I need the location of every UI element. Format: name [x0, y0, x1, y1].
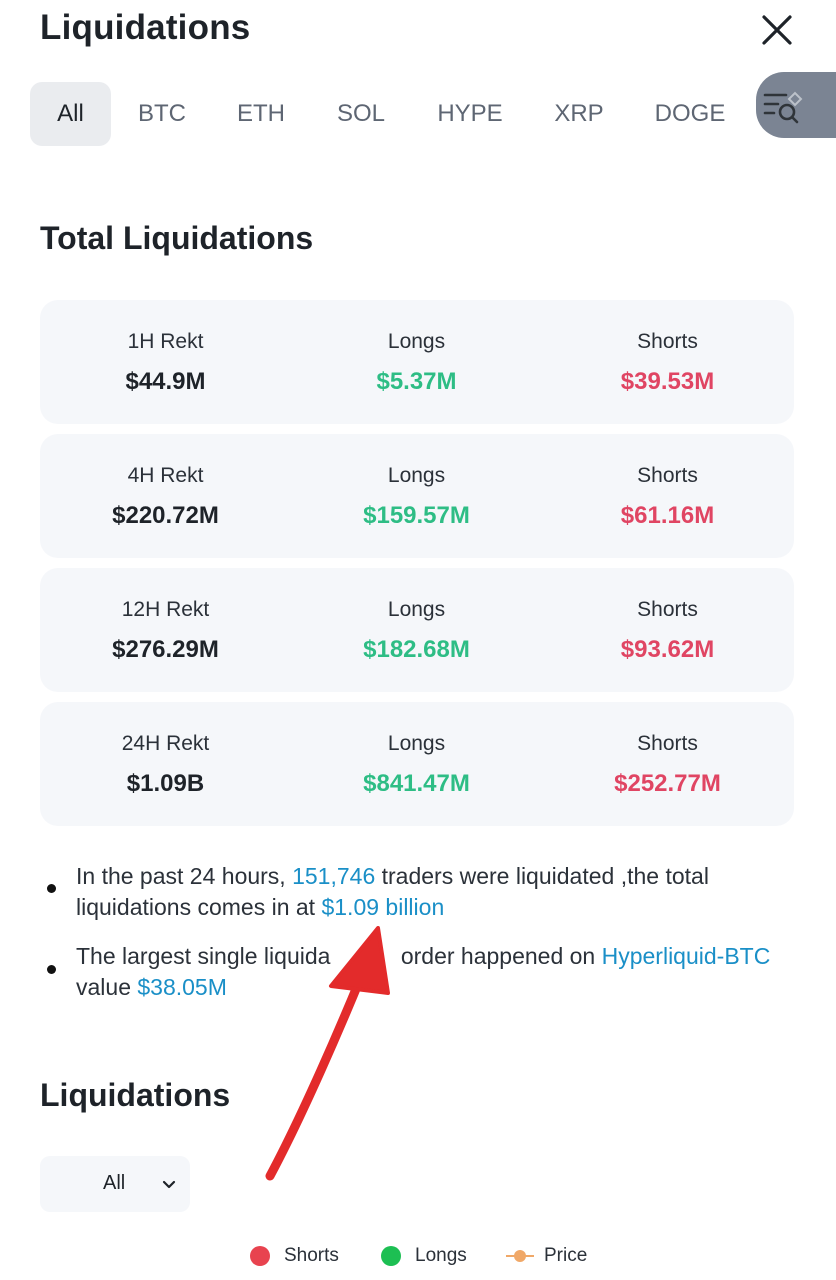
legend-label: Price: [544, 1245, 588, 1266]
tab-hype[interactable]: HYPE: [428, 82, 512, 146]
shorts-value: $39.53M: [620, 368, 715, 395]
summary-24h-text: In the past 24 hours, 151,746 traders we…: [76, 861, 796, 923]
traders-count-link[interactable]: 151,746: [292, 863, 375, 889]
stat-card-12h: 12H Rekt $276.29M Longs $182.68M Shorts …: [40, 568, 794, 692]
filter-search-icon: [763, 91, 803, 124]
longs-value: $841.47M: [363, 770, 470, 797]
total-liquidations-title: Total Liquidations: [40, 220, 314, 256]
longs-label: Longs: [387, 732, 446, 755]
bullet-dot: [47, 884, 56, 893]
price-line-marker: [506, 1250, 534, 1262]
coin-select[interactable]: All: [40, 1156, 190, 1212]
tab-eth[interactable]: ETH: [226, 82, 296, 146]
longs-label: Longs: [387, 330, 446, 353]
tab-xrp[interactable]: XRP: [545, 82, 613, 146]
select-value: All: [103, 1172, 126, 1194]
stat-card-4h: 4H Rekt $220.72M Longs $159.57M Shorts $…: [40, 434, 794, 558]
tab-btc[interactable]: BTC: [128, 82, 196, 146]
bullet-dot: [47, 965, 56, 974]
largest-order-text: The largest single liquida order happene…: [76, 941, 796, 1003]
shorts-value: $252.77M: [614, 770, 721, 797]
header: Liquidations: [0, 0, 836, 70]
summary-text: In the past 24 hours,: [76, 863, 293, 889]
longs-label: Longs: [387, 464, 446, 487]
liquidations-chart-title: Liquidations: [40, 1077, 231, 1113]
filter-button[interactable]: [756, 72, 836, 138]
close-icon: [762, 15, 792, 45]
total-value: $1.09B: [126, 770, 205, 797]
page-title: Liquidations: [40, 8, 251, 47]
total-value: $276.29M: [112, 636, 219, 663]
summary-text: The largest single liquida: [76, 943, 331, 969]
total-value: $44.9M: [125, 368, 206, 395]
period-label: 12H Rekt: [121, 598, 210, 621]
shorts-label: Shorts: [637, 330, 698, 353]
pair-link[interactable]: Hyperliquid-BTC: [602, 943, 771, 969]
tab-all[interactable]: All: [30, 82, 111, 146]
longs-value: $159.57M: [363, 502, 470, 529]
stat-card-24h: 24H Rekt $1.09B Longs $841.47M Shorts $2…: [40, 702, 794, 826]
period-label: 4H Rekt: [127, 464, 204, 487]
shorts-value: $61.16M: [620, 502, 715, 529]
longs-label: Longs: [387, 598, 446, 621]
chevron-down-icon: [162, 1180, 176, 1189]
summary-text: value: [76, 974, 138, 1000]
period-label: 24H Rekt: [121, 732, 210, 755]
legend-label: Shorts: [284, 1245, 339, 1266]
total-amount-link[interactable]: $1.09 billion: [321, 894, 444, 920]
shorts-value: $93.62M: [620, 636, 715, 663]
total-value: $220.72M: [112, 502, 219, 529]
legend-marker: [250, 1246, 270, 1266]
shorts-label: Shorts: [637, 732, 698, 755]
tab-sol[interactable]: SOL: [326, 82, 396, 146]
shorts-label: Shorts: [637, 464, 698, 487]
legend-label: Longs: [415, 1245, 467, 1266]
close-button[interactable]: [755, 9, 799, 53]
tab-doge[interactable]: DOGE: [645, 82, 735, 146]
largest-value-link[interactable]: $38.05M: [137, 974, 227, 1000]
summary-text: order happened on: [394, 943, 602, 969]
period-label: 1H Rekt: [127, 330, 204, 353]
longs-value: $5.37M: [376, 368, 457, 395]
legend-marker: [381, 1246, 401, 1266]
longs-value: $182.68M: [363, 636, 470, 663]
shorts-label: Shorts: [637, 598, 698, 621]
coin-tabs: All BTC ETH SOL HYPE XRP DOGE: [0, 82, 836, 148]
stat-card-1h: 1H Rekt $44.9M Longs $5.37M Shorts $39.5…: [40, 300, 794, 424]
